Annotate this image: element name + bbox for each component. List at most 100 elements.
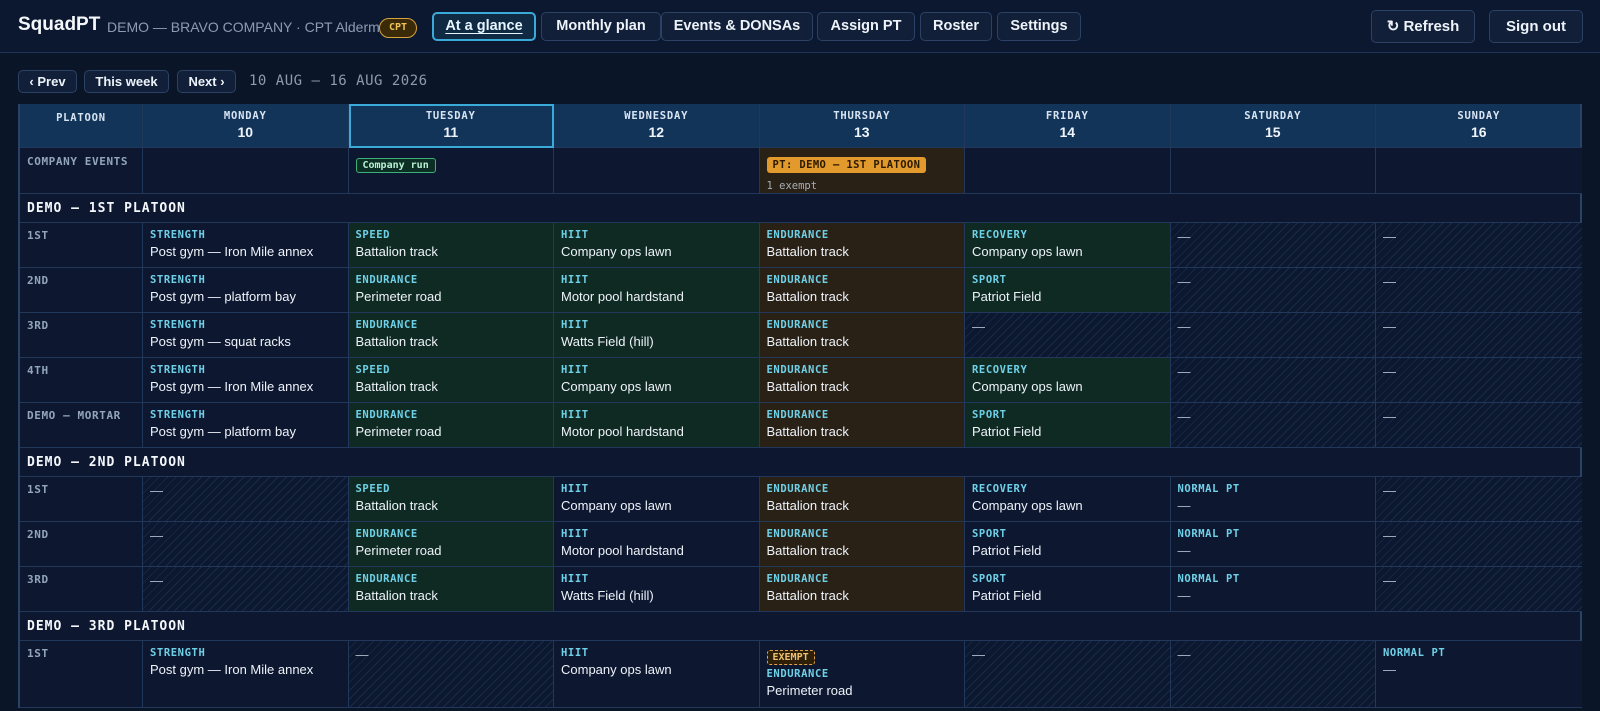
- schedule-cell-saturday[interactable]: NORMAL PT —: [1170, 567, 1376, 612]
- schedule-cell-saturday[interactable]: —: [1170, 641, 1376, 708]
- schedule-cell-sunday[interactable]: —: [1376, 223, 1582, 268]
- schedule-cell-wednesday[interactable]: HIIT Watts Field (hill): [554, 567, 760, 612]
- pt-location: Perimeter road: [766, 683, 853, 698]
- event-cell-tuesday[interactable]: Company run: [348, 148, 554, 194]
- tab-assign-pt[interactable]: Assign PT: [817, 12, 915, 41]
- schedule-cell-sunday[interactable]: —: [1376, 358, 1582, 403]
- tab-events-donsas[interactable]: Events & DONSAs: [661, 12, 813, 41]
- schedule-cell-tuesday[interactable]: ENDURANCE Battalion track: [348, 567, 554, 612]
- schedule-cell-sunday[interactable]: NORMAL PT —: [1376, 641, 1582, 708]
- schedule-cell-monday[interactable]: —: [143, 477, 349, 522]
- next-week-button[interactable]: Next ›: [177, 70, 236, 93]
- schedule-cell-wednesday[interactable]: HIIT Company ops lawn: [554, 641, 760, 708]
- schedule-cell-thursday[interactable]: ENDURANCE Battalion track: [759, 522, 965, 567]
- squad-row: 1ST STRENGTH Post gym — Iron Mile annex — HI…: [20, 641, 1582, 708]
- pt-location: Post gym — Iron Mile annex: [150, 244, 314, 259]
- empty-slot: —: [972, 647, 985, 662]
- schedule-cell-thursday[interactable]: ENDURANCE Battalion track: [759, 358, 965, 403]
- schedule-cell-saturday[interactable]: NORMAL PT —: [1170, 522, 1376, 567]
- pt-location: —: [1177, 588, 1191, 603]
- pt-location: Company ops lawn: [972, 244, 1083, 259]
- tab-roster[interactable]: Roster: [920, 12, 992, 41]
- schedule-cell-tuesday[interactable]: SPEED Battalion track: [348, 223, 554, 268]
- schedule-cell-monday[interactable]: STRENGTH Post gym — Iron Mile annex: [143, 641, 349, 708]
- schedule-cell-wednesday[interactable]: HIIT Motor pool hardstand: [554, 522, 760, 567]
- schedule-cell-friday[interactable]: SPORT Patriot Field: [965, 522, 1171, 567]
- schedule-cell-saturday[interactable]: —: [1170, 268, 1376, 313]
- tab-at-a-glance[interactable]: At a glance: [432, 12, 536, 41]
- schedule-cell-saturday[interactable]: —: [1170, 403, 1376, 448]
- pt-location: Perimeter road: [355, 424, 442, 439]
- schedule-cell-friday[interactable]: SPORT Patriot Field: [965, 268, 1171, 313]
- schedule-cell-thursday[interactable]: ENDURANCE Battalion track: [759, 477, 965, 522]
- schedule-cell-thursday[interactable]: ENDURANCE Battalion track: [759, 403, 965, 448]
- schedule-cell-tuesday[interactable]: ENDURANCE Perimeter road: [348, 522, 554, 567]
- schedule-cell-wednesday[interactable]: HIIT Company ops lawn: [554, 477, 760, 522]
- schedule-cell-friday[interactable]: SPORT Patriot Field: [965, 567, 1171, 612]
- schedule-cell-tuesday[interactable]: —: [348, 641, 554, 708]
- schedule-cell-tuesday[interactable]: SPEED Battalion track: [348, 477, 554, 522]
- prev-week-button[interactable]: ‹ Prev: [18, 70, 77, 93]
- schedule-cell-friday[interactable]: SPORT Patriot Field: [965, 403, 1171, 448]
- schedule-cell-friday[interactable]: —: [965, 641, 1171, 708]
- squad-label: 4TH: [20, 358, 143, 403]
- pt-category: HIIT: [561, 647, 589, 659]
- this-week-button[interactable]: This week: [84, 70, 169, 93]
- refresh-button[interactable]: ↻ Refresh: [1371, 10, 1475, 43]
- schedule-cell-friday[interactable]: —: [965, 313, 1171, 358]
- schedule-cell-wednesday[interactable]: HIIT Motor pool hardstand: [554, 268, 760, 313]
- schedule-cell-monday[interactable]: STRENGTH Post gym — Iron Mile annex: [143, 358, 349, 403]
- schedule-cell-tuesday[interactable]: ENDURANCE Perimeter road: [348, 268, 554, 313]
- schedule-cell-sunday[interactable]: —: [1376, 268, 1582, 313]
- sign-out-button[interactable]: Sign out: [1489, 10, 1583, 43]
- empty-slot: —: [1383, 364, 1396, 379]
- pt-category: HIIT: [561, 483, 589, 495]
- pt-location: Motor pool hardstand: [561, 424, 684, 439]
- schedule-cell-sunday[interactable]: —: [1376, 403, 1582, 448]
- pt-category: SPORT: [972, 274, 1007, 286]
- schedule-cell-monday[interactable]: STRENGTH Post gym — platform bay: [143, 403, 349, 448]
- empty-slot: —: [1383, 528, 1396, 543]
- schedule-cell-thursday[interactable]: EXEMPT ENDURANCE Perimeter road: [759, 641, 965, 708]
- schedule-cell-wednesday[interactable]: HIIT Watts Field (hill): [554, 313, 760, 358]
- tab-monthly-plan[interactable]: Monthly plan: [541, 12, 661, 41]
- event-cell-thursday[interactable]: PT: DEMO — 1ST PLATOON 1 exempt: [759, 148, 965, 194]
- schedule-cell-friday[interactable]: RECOVERY Company ops lawn: [965, 223, 1171, 268]
- schedule-cell-monday[interactable]: STRENGTH Post gym — Iron Mile annex: [143, 223, 349, 268]
- pt-location: Company ops lawn: [561, 498, 672, 513]
- schedule-cell-tuesday[interactable]: SPEED Battalion track: [348, 358, 554, 403]
- tab-settings[interactable]: Settings: [997, 12, 1081, 41]
- company-run-event[interactable]: Company run: [355, 158, 436, 173]
- schedule-cell-saturday[interactable]: —: [1170, 223, 1376, 268]
- schedule-cell-wednesday[interactable]: HIIT Company ops lawn: [554, 358, 760, 403]
- schedule-cell-friday[interactable]: RECOVERY Company ops lawn: [965, 358, 1171, 403]
- pt-location: —: [1177, 498, 1191, 513]
- schedule-cell-thursday[interactable]: ENDURANCE Battalion track: [759, 268, 965, 313]
- schedule-cell-tuesday[interactable]: ENDURANCE Perimeter road: [348, 403, 554, 448]
- schedule-cell-tuesday[interactable]: ENDURANCE Battalion track: [348, 313, 554, 358]
- squad-label: 3RD: [20, 567, 143, 612]
- schedule-cell-saturday[interactable]: —: [1170, 358, 1376, 403]
- pt-location: Battalion track: [355, 379, 438, 394]
- schedule-cell-monday[interactable]: —: [143, 522, 349, 567]
- schedule-cell-thursday[interactable]: ENDURANCE Battalion track: [759, 567, 965, 612]
- empty-slot: —: [1383, 319, 1396, 334]
- schedule-cell-wednesday[interactable]: HIIT Company ops lawn: [554, 223, 760, 268]
- schedule-cell-monday[interactable]: —: [143, 567, 349, 612]
- schedule-cell-saturday[interactable]: NORMAL PT —: [1170, 477, 1376, 522]
- schedule-cell-saturday[interactable]: —: [1170, 313, 1376, 358]
- platoon-pt-event[interactable]: PT: DEMO — 1ST PLATOON: [766, 157, 927, 173]
- schedule-cell-friday[interactable]: RECOVERY Company ops lawn: [965, 477, 1171, 522]
- schedule-cell-monday[interactable]: STRENGTH Post gym — squat racks: [143, 313, 349, 358]
- company-events-label: COMPANY EVENTS: [20, 148, 143, 194]
- schedule-cell-monday[interactable]: STRENGTH Post gym — platform bay: [143, 268, 349, 313]
- schedule-cell-sunday[interactable]: —: [1376, 313, 1582, 358]
- schedule-cell-thursday[interactable]: ENDURANCE Battalion track: [759, 223, 965, 268]
- schedule-cell-thursday[interactable]: ENDURANCE Battalion track: [759, 313, 965, 358]
- schedule-cell-sunday[interactable]: —: [1376, 477, 1582, 522]
- brand-logo[interactable]: SquadPT: [18, 14, 100, 36]
- schedule-cell-sunday[interactable]: —: [1376, 567, 1582, 612]
- schedule-cell-sunday[interactable]: —: [1376, 522, 1582, 567]
- pt-category: SPEED: [355, 483, 391, 495]
- schedule-cell-wednesday[interactable]: HIIT Motor pool hardstand: [554, 403, 760, 448]
